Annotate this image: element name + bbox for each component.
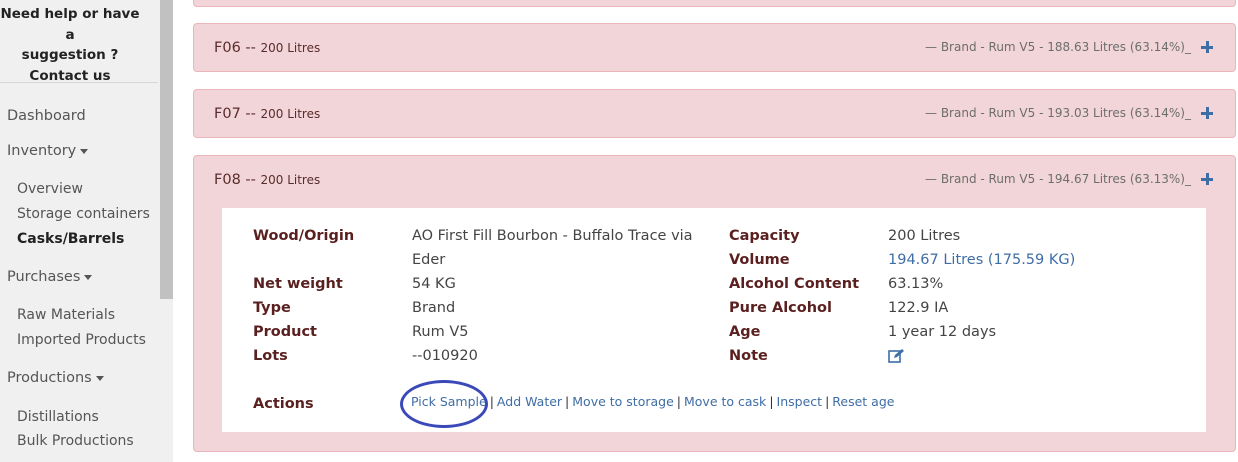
action-separator: |	[489, 394, 494, 409]
net-weight-value: 54 KG	[412, 276, 456, 292]
sidebar-item-overview[interactable]: Overview	[17, 181, 83, 197]
sidebar-item-inventory[interactable]: Inventory	[7, 143, 89, 159]
sidebar-item-label: Inventory	[7, 143, 77, 159]
age-value: 1 year 12 days	[888, 324, 997, 340]
move-to-storage-link[interactable]: Move to storage	[572, 394, 674, 409]
cask-summary: — Brand - Rum V5 - 188.63 Litres (63.14%…	[925, 40, 1191, 54]
caret-down-icon	[95, 375, 104, 381]
lots-label: Lots	[253, 348, 288, 364]
alcohol-content-label: Alcohol Content	[729, 276, 859, 292]
sidebar-item-label: Productions	[7, 370, 92, 386]
action-separator: |	[825, 394, 830, 409]
cask-id: F06	[214, 40, 241, 56]
product-label: Product	[253, 324, 317, 340]
cask-panel-partial	[193, 0, 1236, 7]
volume-value-link[interactable]: 194.67 Litres (175.59 KG)	[888, 248, 1075, 272]
volume-label: Volume	[729, 252, 790, 268]
wood-origin-label: Wood/Origin	[253, 228, 355, 244]
note-label: Note	[729, 348, 768, 364]
alcohol-content-value: 63.13%	[888, 276, 944, 292]
expand-plus-icon[interactable]	[1201, 173, 1213, 185]
cask-panel[interactable]: F07 -- 200 Litres — Brand - Rum V5 - 193…	[193, 89, 1236, 138]
sidebar-item-imported-products[interactable]: Imported Products	[17, 332, 146, 348]
cask-title: F08 -- 200 Litres	[214, 172, 320, 188]
cask-summary: — Brand - Rum V5 - 193.03 Litres (63.14%…	[925, 106, 1191, 120]
cask-panel[interactable]: F06 -- 200 Litres — Brand - Rum V5 - 188…	[193, 23, 1236, 72]
sidebar: Need help or have a suggestion ? Contact…	[0, 0, 159, 462]
cask-separator: --	[245, 172, 261, 188]
sidebar-item-purchases[interactable]: Purchases	[7, 269, 93, 285]
action-separator: |	[565, 394, 570, 409]
caret-down-icon	[84, 274, 93, 280]
action-separator: |	[769, 394, 774, 409]
pure-alcohol-value: 122.9 IA	[888, 300, 949, 316]
cask-title: F07 -- 200 Litres	[214, 106, 320, 122]
cask-capacity: 200 Litres	[260, 107, 321, 121]
sidebar-item-storage-containers[interactable]: Storage containers	[17, 206, 150, 222]
expand-plus-icon[interactable]	[1201, 41, 1213, 53]
move-to-cask-link[interactable]: Move to cask	[684, 394, 766, 409]
wood-origin-value-line2: Eder	[412, 252, 446, 268]
sidebar-item-bulk-productions[interactable]: Bulk Productions	[17, 433, 134, 449]
add-water-link[interactable]: Add Water	[497, 394, 562, 409]
cask-separator: --	[245, 40, 261, 56]
pure-alcohol-label: Pure Alcohol	[729, 300, 832, 316]
sidebar-item-productions[interactable]: Productions	[7, 370, 104, 386]
cask-capacity: 200 Litres	[260, 173, 321, 187]
sidebar-divider	[0, 82, 158, 83]
help-text-line2: suggestion ?	[21, 47, 119, 63]
sidebar-item-raw-materials[interactable]: Raw Materials	[17, 307, 115, 323]
cask-panel-expanded[interactable]: F08 -- 200 Litres — Brand - Rum V5 - 194…	[193, 155, 1236, 452]
cask-id: F07	[214, 106, 241, 122]
capacity-value: 200 Litres	[888, 228, 961, 244]
wood-origin-value-line1: AO First Fill Bourbon - Buffalo Trace vi…	[412, 228, 693, 244]
inspect-link[interactable]: Inspect	[777, 394, 823, 409]
type-label: Type	[253, 300, 291, 316]
sidebar-item-distillations[interactable]: Distillations	[17, 409, 99, 425]
net-weight-label: Net weight	[253, 276, 343, 292]
help-text-line1: Need help or have a	[0, 6, 140, 43]
action-separator: |	[676, 394, 681, 409]
cask-id: F08	[214, 172, 241, 188]
type-value: Brand	[412, 300, 456, 316]
caret-down-icon	[80, 148, 89, 154]
cask-summary: — Brand - Rum V5 - 194.67 Litres (63.13%…	[925, 172, 1191, 186]
help-box: Need help or have a suggestion ? Contact…	[0, 4, 140, 86]
capacity-label: Capacity	[729, 228, 800, 244]
sidebar-item-label: Purchases	[7, 269, 81, 285]
sidebar-item-casks-barrels[interactable]: Casks/Barrels	[17, 231, 124, 247]
cask-capacity: 200 Litres	[260, 41, 321, 55]
product-value: Rum V5	[412, 324, 469, 340]
cask-title: F06 -- 200 Litres	[214, 40, 320, 56]
highlight-circle	[400, 380, 488, 428]
expand-plus-icon[interactable]	[1201, 107, 1213, 119]
lots-value: --010920	[412, 348, 478, 364]
sidebar-item-dashboard[interactable]: Dashboard	[7, 108, 86, 124]
cask-detail-card: Wood/Origin Net weight Type Product Lots…	[222, 208, 1206, 432]
edit-note-icon[interactable]	[888, 349, 904, 363]
reset-age-link[interactable]: Reset age	[832, 394, 894, 409]
sidebar-scrollbar-thumb[interactable]	[160, 0, 173, 299]
actions-label: Actions	[253, 396, 314, 412]
cask-separator: --	[245, 106, 261, 122]
age-label: Age	[729, 324, 761, 340]
